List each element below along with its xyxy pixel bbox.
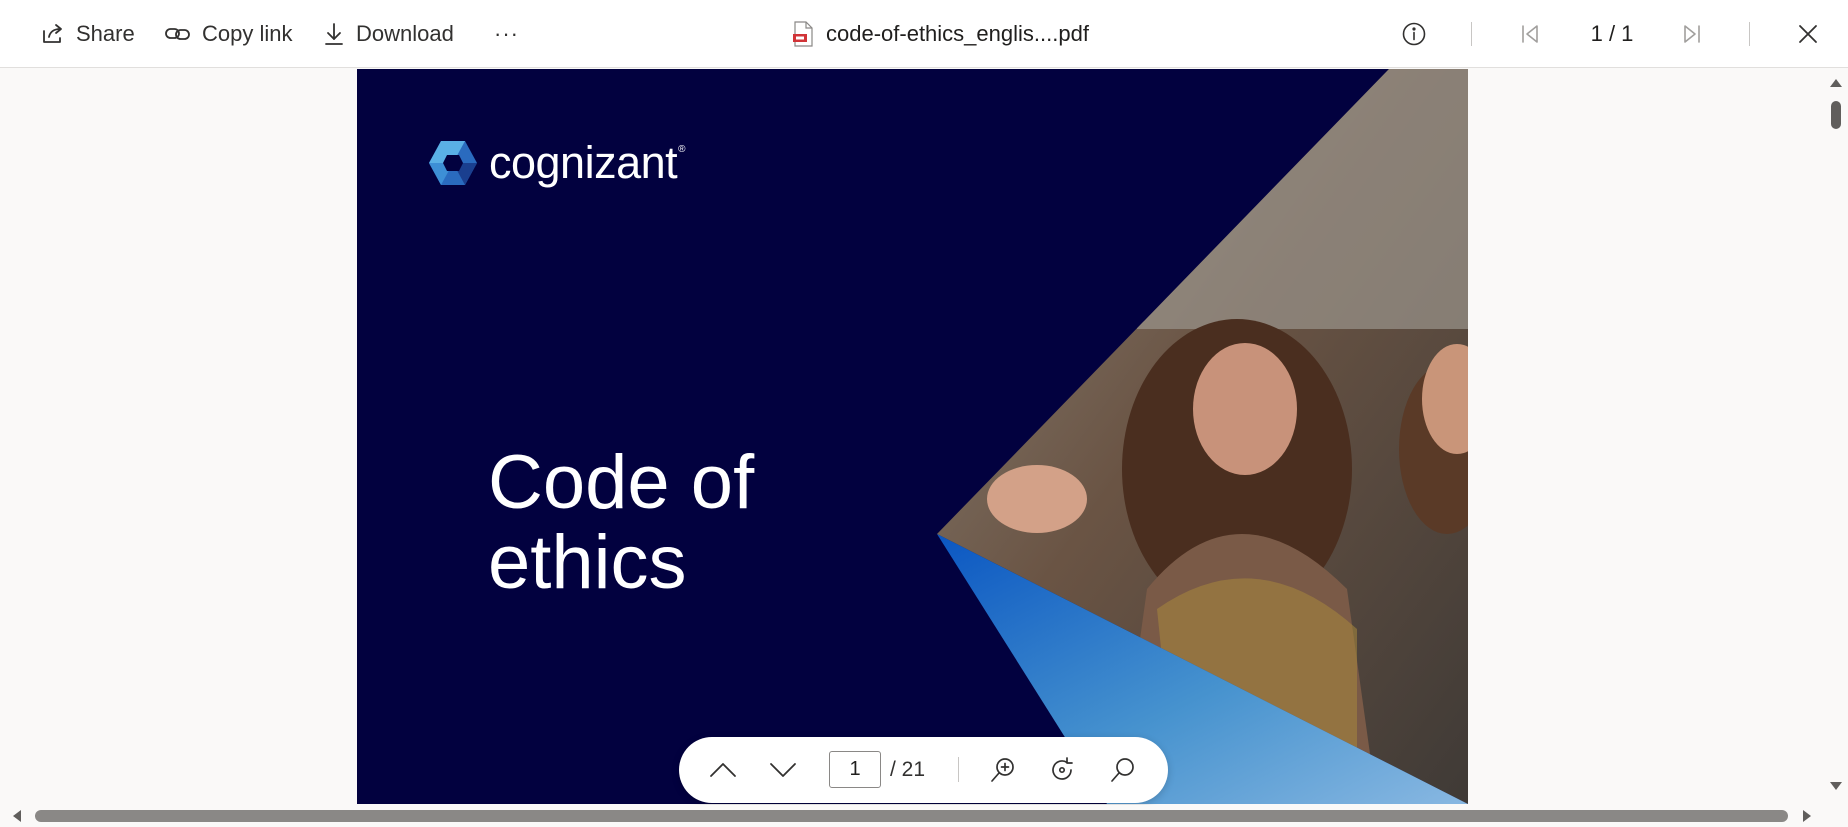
previous-page-button[interactable]	[703, 750, 743, 790]
horizontal-scroll-thumb[interactable]	[35, 810, 1788, 822]
total-pages: / 21	[890, 757, 926, 781]
zoom-in-button[interactable]	[983, 750, 1023, 790]
download-button[interactable]: Download	[322, 14, 454, 54]
scroll-left-arrow-icon[interactable]	[8, 806, 26, 826]
vertical-scroll-thumb[interactable]	[1831, 101, 1841, 129]
rotate-icon	[1052, 757, 1073, 780]
share-button[interactable]: Share	[40, 14, 135, 54]
page-navigation-bar: / 21	[679, 737, 1168, 803]
share-label: Share	[76, 21, 135, 46]
brand-name: cognizant	[489, 137, 678, 188]
file-name-area: code-of-ethics_englis....pdf	[792, 14, 1089, 54]
document-viewer[interactable]: cognizant ® Code of ethics / 21	[0, 68, 1848, 810]
share-icon	[43, 24, 62, 43]
scroll-down-arrow-icon[interactable]	[1826, 778, 1846, 794]
next-page-button[interactable]	[763, 750, 803, 790]
last-page-icon	[1684, 25, 1700, 43]
first-page-icon	[1522, 25, 1538, 43]
search-button[interactable]	[1103, 750, 1143, 790]
link-icon	[165, 28, 190, 40]
close-button[interactable]	[1796, 14, 1820, 54]
zoom-in-icon	[991, 758, 1014, 782]
page-number-input[interactable]	[829, 751, 881, 788]
chevron-down-icon	[770, 763, 796, 777]
title-line-2: ethics	[488, 520, 687, 605]
download-label: Download	[356, 21, 454, 46]
download-icon	[325, 23, 343, 45]
toolbar-divider	[1471, 22, 1472, 46]
cognizant-logo-mark	[429, 141, 477, 185]
chevron-up-icon	[710, 763, 736, 777]
nav-divider	[958, 757, 959, 782]
scroll-right-arrow-icon[interactable]	[1798, 806, 1816, 826]
more-options-label: ···	[494, 21, 519, 46]
first-page-button[interactable]	[1518, 14, 1542, 54]
title-line-1: Code of	[488, 440, 755, 525]
rotate-button[interactable]	[1043, 750, 1083, 790]
scroll-up-arrow-icon[interactable]	[1826, 76, 1846, 92]
registered-mark: ®	[678, 143, 686, 155]
pdf-page: cognizant ® Code of ethics	[357, 69, 1468, 804]
info-icon	[1402, 22, 1426, 46]
pdf-file-icon	[793, 21, 813, 47]
page-indicator: 1 / 1	[1590, 21, 1634, 46]
file-name: code-of-ethics_englis....pdf	[826, 21, 1089, 46]
search-icon	[1111, 758, 1134, 782]
copy-link-label: Copy link	[202, 21, 293, 46]
vertical-scrollbar[interactable]	[1826, 68, 1846, 795]
last-page-button[interactable]	[1680, 14, 1704, 54]
toolbar-divider	[1749, 22, 1750, 46]
info-button[interactable]	[1400, 14, 1428, 54]
more-options-button[interactable]: ···	[494, 14, 519, 54]
copy-link-button[interactable]: Copy link	[164, 14, 292, 54]
brand-logo: cognizant ®	[427, 137, 686, 189]
close-icon	[1799, 25, 1817, 43]
viewer-toolbar: Share Copy link Download ··· code-of-eth…	[0, 0, 1848, 68]
horizontal-scrollbar[interactable]	[0, 805, 1848, 827]
document-title: Code of ethics	[488, 443, 754, 603]
